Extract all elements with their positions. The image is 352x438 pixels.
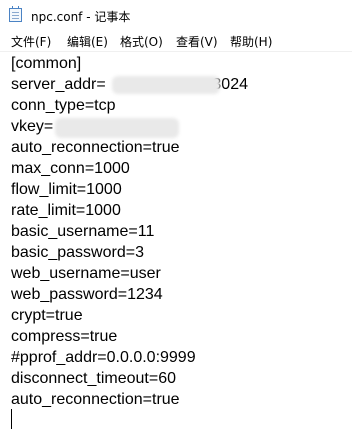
text-line: basic_username=11 xyxy=(11,223,155,240)
menu-format[interactable]: 格式(O) xyxy=(120,33,163,50)
text-line: rate_limit=1000 xyxy=(11,202,121,219)
notepad-icon xyxy=(9,6,22,22)
text-caret xyxy=(11,409,12,429)
title-bar: npc.conf - 记事本 xyxy=(0,0,352,30)
text-line: flow_limit=1000 xyxy=(11,181,122,198)
menu-file[interactable]: 文件(F) xyxy=(11,33,51,50)
redaction-overlay xyxy=(112,76,220,94)
text-line: compress=true xyxy=(11,328,118,345)
text-line: max_conn=1000 xyxy=(11,160,130,177)
text-line: auto_reconnection=true xyxy=(11,391,180,408)
text-line: auto_reconnection=true xyxy=(11,139,180,156)
menu-edit[interactable]: 编辑(E) xyxy=(67,33,108,50)
text-line: basic_password=3 xyxy=(11,244,144,261)
redaction-overlay xyxy=(55,118,179,138)
text-line: vkey= xyxy=(11,118,54,135)
text-line: web_password=1234 xyxy=(11,286,163,303)
menu-view[interactable]: 查看(V) xyxy=(176,33,218,50)
menu-bar: 文件(F) 编辑(E) 格式(O) 查看(V) 帮助(H) xyxy=(0,30,352,51)
text-line: crypt=true xyxy=(11,307,83,324)
text-line: conn_type=tcp xyxy=(11,97,116,114)
text-line: [common] xyxy=(11,55,82,72)
text-line: web_username=user xyxy=(11,265,161,282)
text-line: #pprof_addr=0.0.0.0:9999 xyxy=(11,349,196,366)
text-line: disconnect_timeout=60 xyxy=(11,370,176,387)
window-title: npc.conf - 记事本 xyxy=(31,10,131,24)
text-editor-area[interactable]: [common] server_addr= 3024 conn_type=tcp… xyxy=(0,51,352,438)
menu-help[interactable]: 帮助(H) xyxy=(230,33,272,50)
